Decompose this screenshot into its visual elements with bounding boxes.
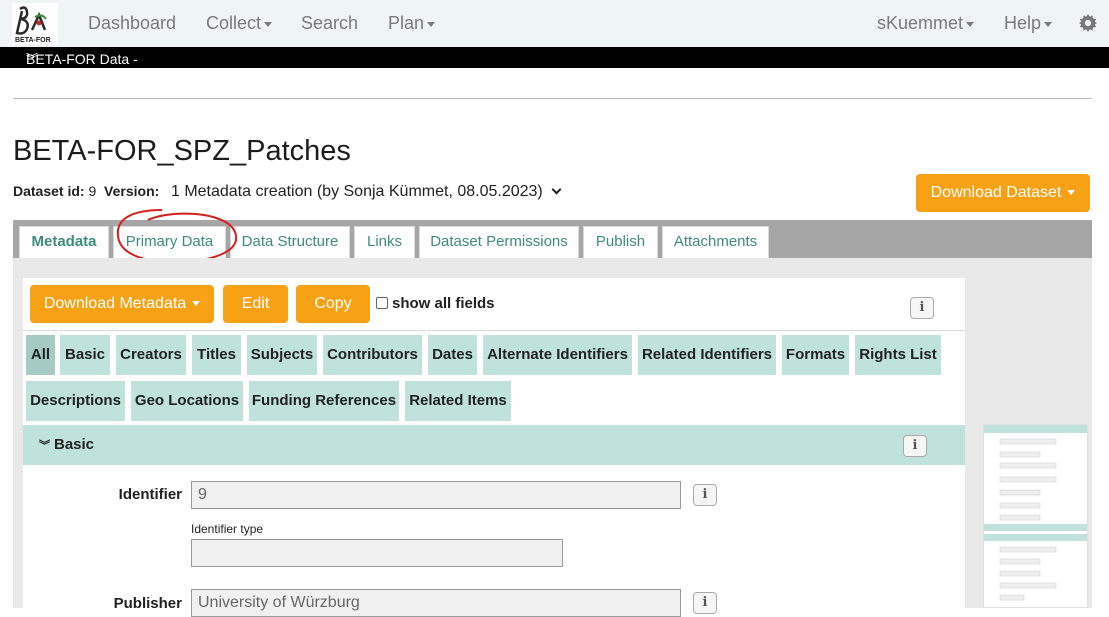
dataset-info: Dataset id: 9 Version: 1 Metadata creati… xyxy=(13,181,562,202)
chevron-down-icon xyxy=(1067,190,1076,196)
chevron-down-icon xyxy=(264,21,273,27)
tab-data-structure[interactable]: Data Structure xyxy=(230,226,350,258)
copy-button[interactable]: Copy xyxy=(296,285,370,323)
chevron-down-icon xyxy=(427,21,436,27)
filter-basic[interactable]: Basic xyxy=(60,335,110,375)
tab-publish[interactable]: Publish xyxy=(583,226,658,258)
identifier-label: Identifier xyxy=(118,486,182,503)
double-chevron-down-icon: ︾ xyxy=(39,440,50,452)
publisher-label: Publisher xyxy=(113,595,182,612)
info-icon[interactable]: i xyxy=(693,484,717,506)
page-minimap[interactable] xyxy=(983,424,1088,608)
identifier-type-field[interactable] xyxy=(191,539,563,567)
tab-links[interactable]: Links xyxy=(354,226,415,258)
info-icon[interactable]: i xyxy=(903,435,927,457)
filter-dates[interactable]: Dates xyxy=(428,335,477,375)
download-dataset-button[interactable]: Download Dataset xyxy=(916,174,1090,212)
filter-rights-list[interactable]: Rights List xyxy=(855,335,941,375)
show-all-fields-toggle[interactable]: show all fields xyxy=(376,295,495,313)
section-basic-header[interactable]: ︾ Basic xyxy=(23,425,965,465)
version-label: Version: xyxy=(104,183,160,199)
chevron-down-icon xyxy=(1044,21,1053,27)
download-metadata-button[interactable]: Download Metadata xyxy=(30,285,214,323)
info-icon[interactable]: i xyxy=(910,297,934,319)
filter-creators[interactable]: Creators xyxy=(116,335,186,375)
filter-subjects[interactable]: Subjects xyxy=(247,335,317,375)
filter-alternate-identifiers[interactable]: Alternate Identifiers xyxy=(483,335,632,375)
page-title: BETA-FOR_SPZ_Patches xyxy=(13,135,351,167)
identifier-type-label: Identifier type xyxy=(191,522,264,536)
nav-collect[interactable]: Collect xyxy=(206,12,273,34)
top-navbar: BETA-FOR Dashboard Collect Search Plan s… xyxy=(0,0,1109,47)
beta-for-logo[interactable]: BETA-FOR xyxy=(12,3,58,45)
tab-metadata[interactable]: Metadata xyxy=(19,226,109,260)
divider xyxy=(13,98,1092,99)
nav-help[interactable]: Help xyxy=(1004,12,1053,34)
nav-user-menu[interactable]: sKuemmet xyxy=(877,12,975,34)
identifier-field[interactable]: 9 xyxy=(191,481,681,509)
filter-contributors[interactable]: Contributors xyxy=(323,335,422,375)
chevron-down-icon xyxy=(551,184,562,195)
filter-formats[interactable]: Formats xyxy=(782,335,849,375)
chevron-down-icon xyxy=(966,21,975,27)
publisher-field[interactable]: University of Würzburg xyxy=(191,589,681,617)
double-chevron-down-icon: ︾ xyxy=(26,52,39,66)
filter-geo-locations[interactable]: Geo Locations xyxy=(131,381,243,421)
dataset-id-value: 9 xyxy=(88,183,97,199)
dataset-id-label: Dataset id: xyxy=(13,183,85,199)
gear-icon[interactable] xyxy=(1079,14,1097,32)
edit-button[interactable]: Edit xyxy=(223,285,288,323)
version-select[interactable]: 1 Metadata creation (by Sonja Kümmet, 08… xyxy=(171,183,562,200)
logo-text: BETA-FOR xyxy=(15,37,51,44)
nav-plan[interactable]: Plan xyxy=(388,12,436,34)
nav-search[interactable]: Search xyxy=(301,12,358,34)
tab-attachments[interactable]: Attachments xyxy=(662,226,769,258)
filter-related-identifiers[interactable]: Related Identifiers xyxy=(638,335,776,375)
divider xyxy=(23,330,965,331)
filter-titles[interactable]: Titles xyxy=(192,335,241,375)
show-all-fields-checkbox[interactable] xyxy=(376,297,388,309)
breadcrumb[interactable]: BETA-FOR Data - Show Dataset: BETA-FOR_S… xyxy=(0,47,1109,118)
nav-dashboard[interactable]: Dashboard xyxy=(88,12,176,34)
info-icon[interactable]: i xyxy=(693,592,717,614)
tab-dataset-permissions[interactable]: Dataset Permissions xyxy=(419,226,579,258)
filter-funding-references[interactable]: Funding References xyxy=(249,381,399,421)
filter-related-items[interactable]: Related Items xyxy=(405,381,511,421)
filter-descriptions[interactable]: Descriptions xyxy=(26,381,125,421)
filter-all[interactable]: All xyxy=(26,335,55,375)
chevron-down-icon xyxy=(192,301,201,307)
